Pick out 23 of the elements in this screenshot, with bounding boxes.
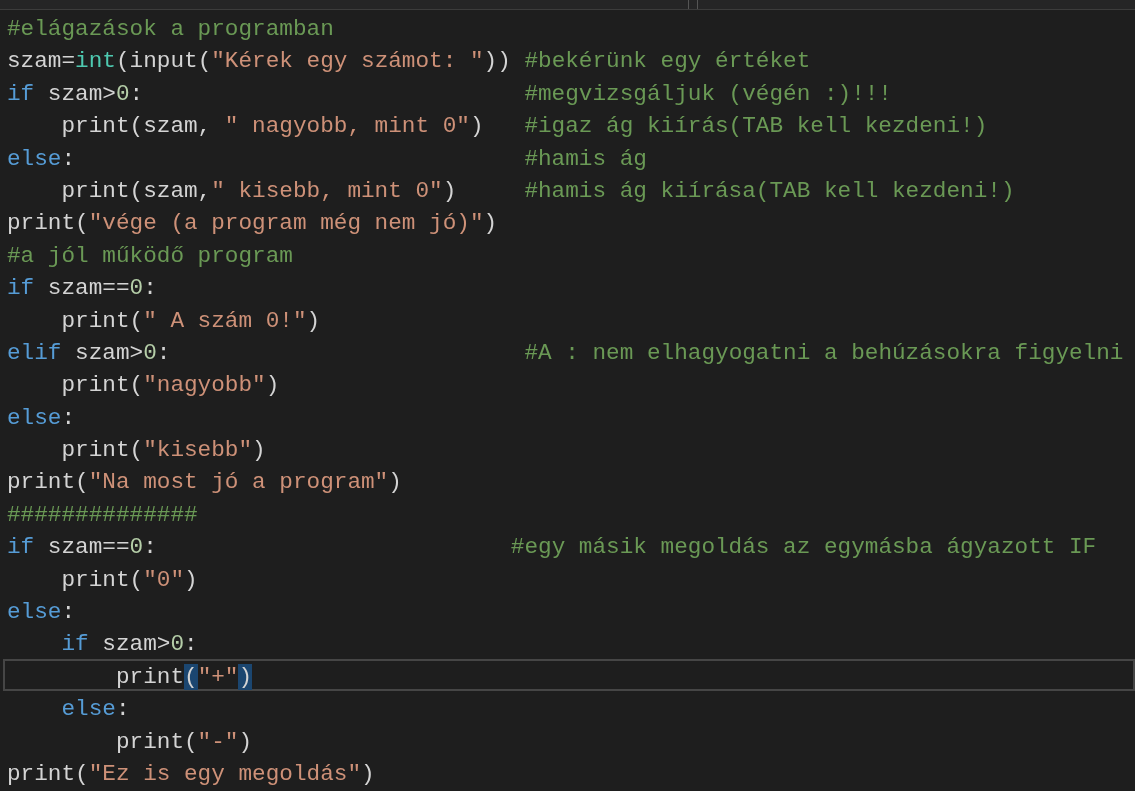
code-line: if szam>0: #megvizsgáljuk (végén :)!!! bbox=[6, 79, 893, 109]
code-line: if szam>0: bbox=[60, 630, 199, 659]
code-line: print("nagyobb") bbox=[60, 371, 281, 400]
code-line: print("kisebb") bbox=[60, 436, 267, 465]
code-line: if szam==0: #egy másik megoldás az egymásba ágyazott IF bbox=[6, 533, 1098, 562]
code-line: elif szam>0: #A : nem elhagyogatni a behúzásokra figyelni bbox=[6, 338, 1125, 368]
code-line: print(szam, " nagyobb, mint 0") #igaz ág kiírás(TAB kell kezdeni!) bbox=[60, 112, 989, 141]
code-line: else: bbox=[6, 403, 77, 433]
code-line: print(" A szám 0!") bbox=[60, 306, 322, 335]
code-line: print("vége (a program még nem jó)") bbox=[6, 209, 499, 238]
code-line: #elágazások a programban bbox=[6, 15, 335, 44]
code-line: print("-") bbox=[114, 727, 254, 756]
code-line: else: #hamis ág bbox=[6, 144, 648, 173]
code-line: print("Na most jó a program") bbox=[6, 468, 403, 497]
code-line: szam=int(input("Kérek egy számot: ")) #bekérünk egy értéket bbox=[6, 47, 812, 76]
code-line: #a jól működő program bbox=[6, 241, 294, 271]
code-line: ############## bbox=[6, 500, 199, 530]
code-line: print("0") bbox=[60, 565, 199, 595]
code-line: else: bbox=[60, 695, 131, 724]
code-line: if szam==0: bbox=[6, 274, 158, 303]
code-line: else: bbox=[6, 598, 77, 627]
code-line: print(szam," kisebb, mint 0") #hamis ág kiírása(TAB kell kezdeni!) bbox=[60, 176, 1016, 206]
code-line: print("Ez is egy megoldás") bbox=[6, 760, 376, 789]
